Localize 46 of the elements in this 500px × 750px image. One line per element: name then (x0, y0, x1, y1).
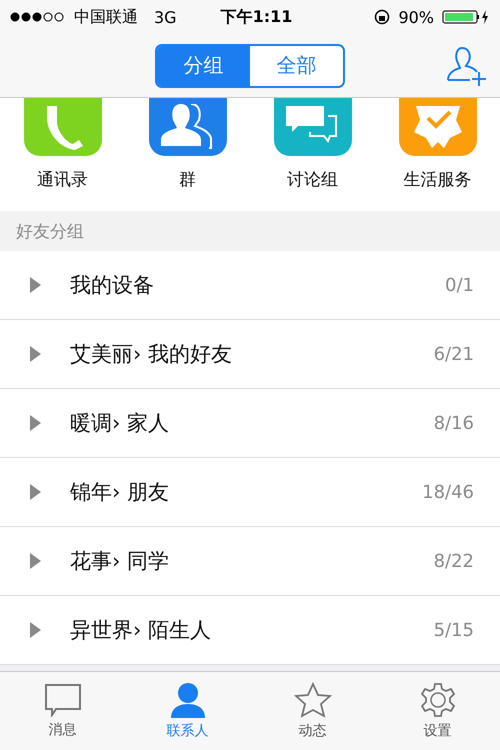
battery-percent: 90% (398, 8, 434, 26)
settings-icon (420, 682, 456, 718)
group-row[interactable]: 花事› 同学 8/22 (0, 527, 500, 596)
group-name: 我的设备 (70, 272, 155, 299)
shortcut-tile[interactable] (274, 98, 352, 156)
battery-charging-icon (442, 9, 490, 25)
group-name: 艾美丽› 我的好友 (70, 341, 234, 368)
group-count: 8/22 (434, 550, 474, 572)
group-count: 0/1 (445, 274, 474, 296)
signal-icon (10, 12, 66, 22)
segment-tab[interactable]: 全部 (250, 46, 343, 86)
add-friend-icon[interactable] (446, 46, 488, 86)
person-icon (168, 682, 206, 718)
group-name: 锦年› 朋友 (70, 479, 170, 506)
shortcut-label: 群 (179, 169, 196, 191)
tab-bar-item[interactable]: 联系人 (125, 672, 250, 750)
tab-bar-item[interactable]: 消息 (0, 672, 125, 750)
group-row[interactable]: 暖调› 家人 8/16 (0, 389, 500, 458)
shortcut-tile[interactable] (24, 98, 102, 156)
group-name: 花事› 同学 (70, 548, 170, 575)
group-row[interactable]: 锦年› 朋友 18/46 (0, 458, 500, 527)
clock-time: 下午1:11 (220, 6, 292, 28)
group-name: 异世界› 陌生人 (70, 617, 212, 644)
segment-tab[interactable]: 分组 (157, 46, 250, 86)
group-count: 5/15 (434, 620, 474, 640)
group-row[interactable]: 艾美丽› 我的好友 6/21 (0, 320, 500, 389)
carrier-name: 中国联通 (74, 6, 138, 28)
rotation-lock-icon (374, 9, 390, 25)
section-header: 好友分组 (0, 211, 500, 251)
checkmark-badge-icon (412, 106, 464, 150)
shortcut-tile[interactable] (398, 98, 476, 156)
shortcut-label: 通讯录 (37, 169, 88, 191)
shortcut-tile[interactable] (148, 98, 226, 156)
shortcut-label: 生活服务 (404, 169, 472, 191)
tab-bar-item[interactable]: 动态 (250, 672, 375, 750)
network-type: 3G (154, 8, 177, 26)
group-row[interactable]: 我的设备 0/1 (0, 251, 500, 320)
group-count: 18/46 (422, 482, 474, 502)
tab-bar-item[interactable]: 设置 (375, 672, 500, 750)
group-count: 6/21 (434, 344, 474, 364)
group-icon (160, 104, 214, 150)
group-count: 8/16 (434, 412, 474, 434)
chat-icon (44, 683, 82, 717)
shortcut-label: 讨论组 (287, 169, 338, 191)
group-name: 暖调› 家人 (70, 410, 170, 437)
star-icon (294, 682, 332, 718)
